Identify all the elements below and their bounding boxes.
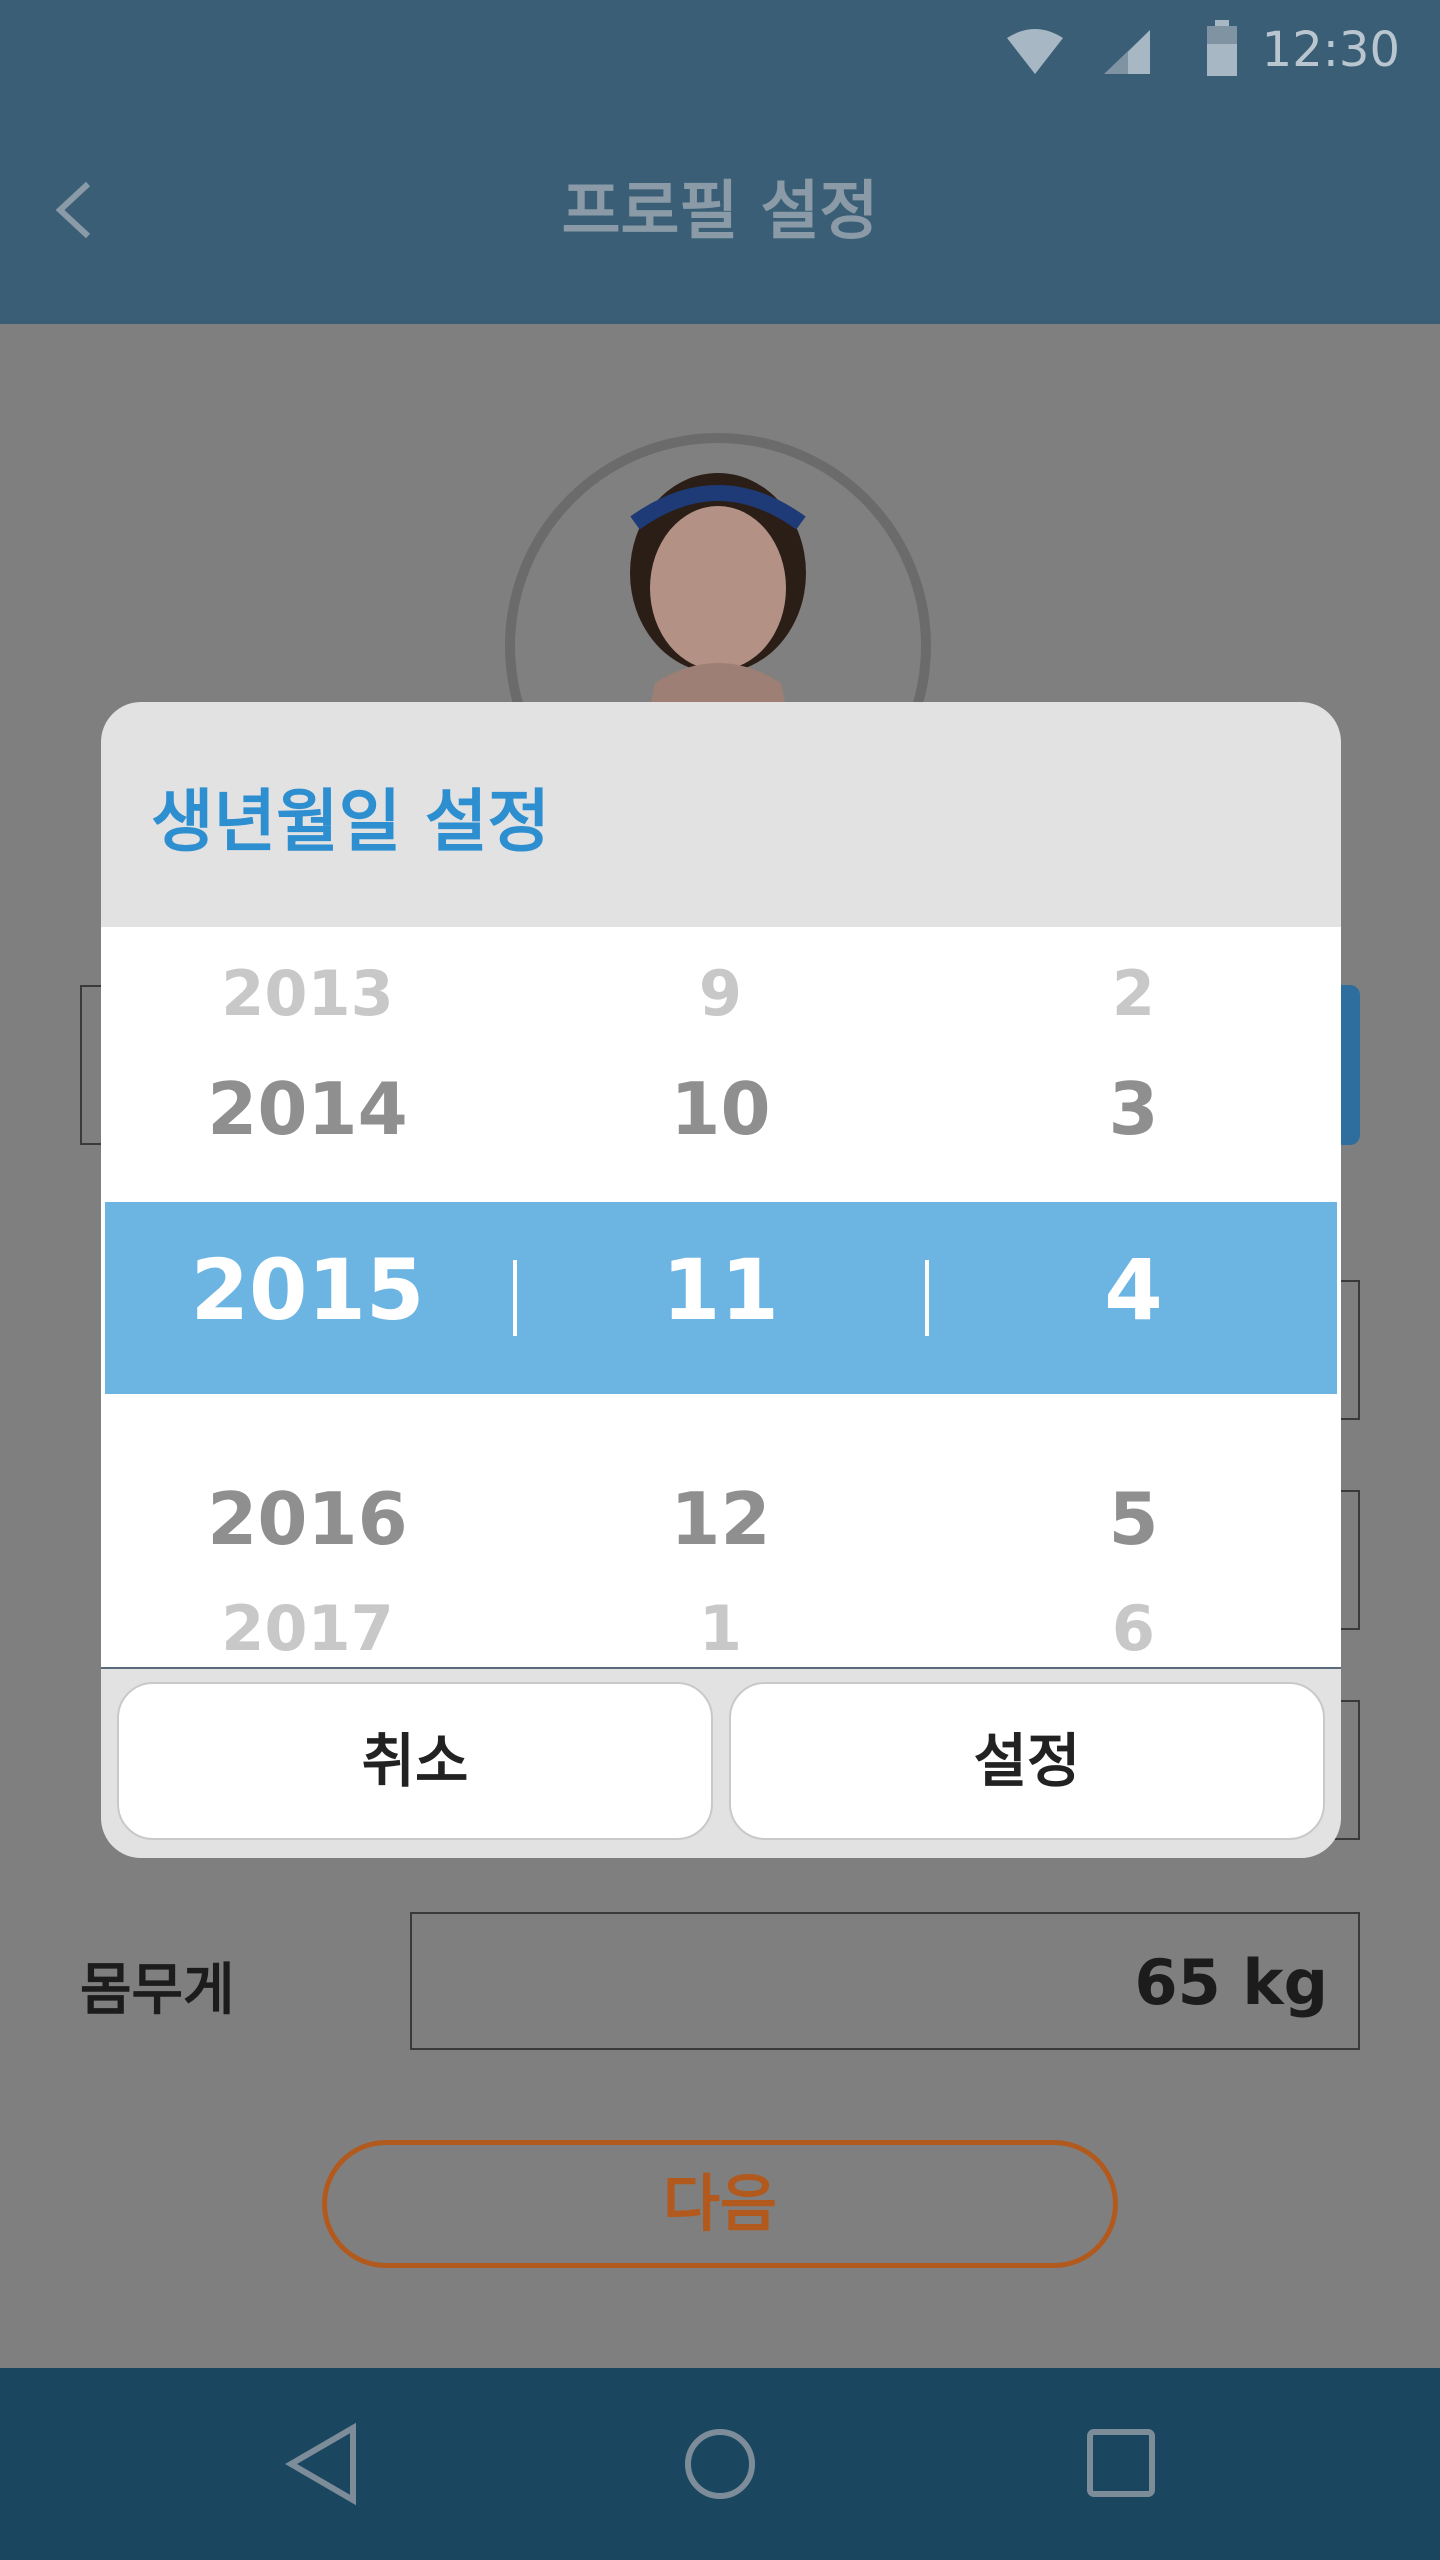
day-option[interactable]: 5: [927, 1477, 1340, 1561]
cancel-button[interactable]: 취소: [117, 1682, 713, 1840]
month-option[interactable]: 12: [514, 1477, 927, 1561]
circle-home-icon: [685, 2429, 755, 2499]
status-bar: 12:30: [0, 0, 1440, 114]
dialog-title: 생년월일 설정: [151, 783, 551, 862]
wifi-icon: [1007, 29, 1063, 74]
day-option[interactable]: 2: [927, 957, 1340, 1030]
day-selected[interactable]: 4: [927, 1241, 1340, 1339]
weight-value: 65 kg: [1134, 1946, 1328, 2019]
year-selected[interactable]: 2015: [101, 1241, 514, 1339]
column-separator: [925, 1260, 929, 1336]
year-option[interactable]: 2017: [101, 1592, 514, 1665]
column-separator: [513, 1260, 517, 1336]
next-button[interactable]: 다음: [322, 2140, 1118, 2268]
status-time: 12:30: [1261, 22, 1400, 78]
birthdate-dialog: 생년월일 설정 2013 2014 2015 2016 2017 9 10 11…: [101, 702, 1341, 1858]
year-option[interactable]: 2016: [101, 1477, 514, 1561]
day-option[interactable]: 3: [927, 1067, 1340, 1151]
month-option[interactable]: 1: [514, 1592, 927, 1665]
month-selected[interactable]: 11: [514, 1241, 927, 1339]
confirm-button[interactable]: 설정: [729, 1682, 1325, 1840]
nav-home-button[interactable]: [682, 2426, 758, 2502]
date-picker[interactable]: 2013 2014 2015 2016 2017 9 10 11 12 1 2 …: [101, 927, 1341, 1667]
signal-icon: [1104, 30, 1150, 74]
square-recents-icon: [1087, 2429, 1155, 2497]
year-option[interactable]: 2014: [101, 1067, 514, 1151]
nav-back-button[interactable]: [283, 2422, 359, 2506]
nav-bar: [0, 2368, 1440, 2560]
weight-label: 몸무게: [80, 1958, 235, 2023]
day-option[interactable]: 6: [927, 1592, 1340, 1665]
year-option[interactable]: 2013: [101, 957, 514, 1030]
weight-field[interactable]: 65 kg: [410, 1912, 1360, 2050]
battery-icon: [1207, 20, 1237, 76]
month-option[interactable]: 9: [514, 957, 927, 1030]
nav-recents-button[interactable]: [1086, 2428, 1156, 2498]
page-title: 프로필 설정: [561, 175, 879, 249]
month-option[interactable]: 10: [514, 1067, 927, 1151]
dialog-divider: [101, 1667, 1341, 1669]
triangle-back-icon: [285, 2422, 356, 2506]
